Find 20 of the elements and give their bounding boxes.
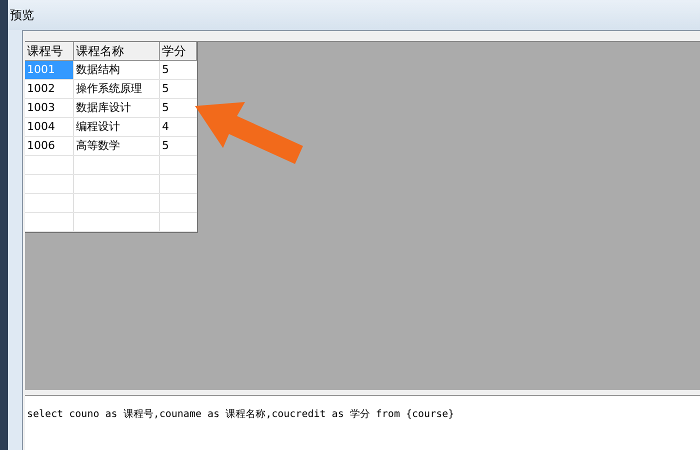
table-cell[interactable]: 5 <box>160 61 197 79</box>
table-cell[interactable]: 1004 <box>25 118 74 136</box>
column-header[interactable]: 课程名称 <box>74 42 160 60</box>
table-cell[interactable]: 高等数学 <box>74 137 160 155</box>
window-title: 预览 <box>10 6 34 24</box>
column-header[interactable]: 课程号 <box>25 42 74 60</box>
table-cell[interactable]: 数据结构 <box>74 61 160 79</box>
table-cell[interactable]: 编程设计 <box>74 118 160 136</box>
table-cell[interactable]: 5 <box>160 99 197 117</box>
table-cell[interactable]: 5 <box>160 80 197 98</box>
table-cell[interactable]: 1006 <box>25 137 74 155</box>
table-cell[interactable]: 1003 <box>25 99 74 117</box>
table-cell[interactable]: 4 <box>160 118 197 136</box>
table-cell[interactable]: 数据库设计 <box>74 99 160 117</box>
sql-text: select couno as 课程号,couname as 课程名称,coucredit as 学分 from {course} <box>27 409 454 420</box>
column-header[interactable]: 学分 <box>160 42 197 60</box>
table-cell[interactable]: 5 <box>160 137 197 155</box>
table-cell[interactable]: 1002 <box>25 80 74 98</box>
table-cell[interactable]: 操作系统原理 <box>74 80 160 98</box>
sql-editor[interactable]: select couno as 课程号,couname as 课程名称,coucredit as 学分 from {course} <box>25 395 700 450</box>
